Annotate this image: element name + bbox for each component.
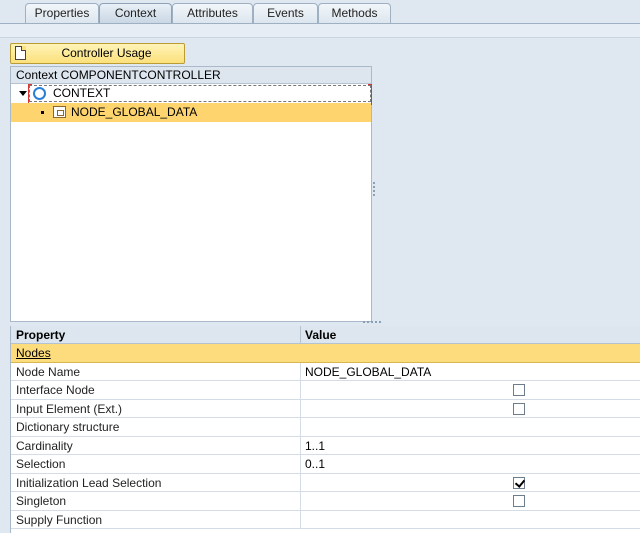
interface-node-checkbox[interactable] — [513, 384, 525, 396]
property-label: Dictionary structure — [16, 420, 120, 434]
table-row: Selection 0..1 — [11, 455, 640, 474]
cardinality-value[interactable]: 1..1 — [305, 439, 325, 453]
controller-usage-button[interactable]: Controller Usage — [10, 43, 185, 64]
tree-node-context[interactable]: CONTEXT — [11, 84, 372, 105]
property-label: Supply Function — [16, 512, 103, 527]
property-table: Property Value Nodes Node Name NODE_GLOB… — [10, 326, 640, 533]
selection-value[interactable]: 0..1 — [305, 457, 325, 471]
tab-context[interactable]: Context — [99, 3, 172, 24]
table-row: Input Element (Ext.) — [11, 399, 640, 418]
table-row: Interface Node — [11, 381, 640, 400]
column-header-property: Property — [16, 328, 66, 342]
property-label: Node Name — [16, 364, 81, 379]
input-element-checkbox[interactable] — [513, 402, 525, 415]
context-tree-panel: Context COMPONENTCONTROLLER CONTEXT NODE… — [10, 66, 372, 322]
node-icon — [53, 106, 66, 118]
vertical-splitter-handle[interactable] — [373, 182, 375, 198]
horizontal-splitter-handle[interactable] — [363, 321, 381, 323]
tab-content-strip — [0, 24, 640, 38]
node-name-value[interactable]: NODE_GLOBAL_DATA — [305, 365, 431, 379]
tree-node-global-data[interactable]: NODE_GLOBAL_DATA — [11, 103, 371, 122]
collapse-triangle-icon[interactable] — [19, 91, 27, 96]
tab-bar: Properties Context Attributes Events Met… — [0, 0, 640, 24]
property-group-nodes[interactable]: Nodes — [11, 344, 640, 363]
tree-node-context-label: CONTEXT — [53, 86, 111, 100]
tree-bullet-icon — [41, 111, 44, 114]
controller-usage-label: Controller Usage — [61, 46, 152, 60]
property-label: Input Element (Ext.) — [16, 401, 123, 416]
property-label: Selection — [16, 457, 66, 471]
tab-properties[interactable]: Properties — [25, 3, 99, 24]
property-table-header: Property Value — [11, 326, 640, 344]
tab-events[interactable]: Events — [253, 3, 318, 24]
singleton-checkbox[interactable] — [513, 495, 525, 507]
context-tree-header: Context COMPONENTCONTROLLER — [11, 67, 371, 84]
column-header-value: Value — [305, 328, 337, 342]
property-label: Cardinality — [16, 438, 73, 453]
table-row: Cardinality 1..1 — [11, 436, 640, 455]
table-row: Supply Function — [11, 510, 640, 529]
tree-node-global-data-label: NODE_GLOBAL_DATA — [71, 105, 198, 119]
table-row: Dictionary structure — [11, 418, 640, 437]
context-circle-icon — [33, 87, 46, 100]
tab-attributes[interactable]: Attributes — [172, 3, 253, 24]
property-label: Interface Node — [16, 383, 95, 397]
property-label: Singleton — [16, 494, 67, 508]
table-row: Initialization Lead Selection — [11, 473, 640, 492]
group-label[interactable]: Nodes — [16, 346, 51, 360]
table-row: Singleton — [11, 492, 640, 511]
property-label: Initialization Lead Selection — [16, 475, 162, 490]
tab-methods[interactable]: Methods — [318, 3, 391, 24]
initialization-lead-selection-checkbox[interactable] — [513, 476, 525, 489]
table-row: Node Name NODE_GLOBAL_DATA — [11, 362, 640, 381]
